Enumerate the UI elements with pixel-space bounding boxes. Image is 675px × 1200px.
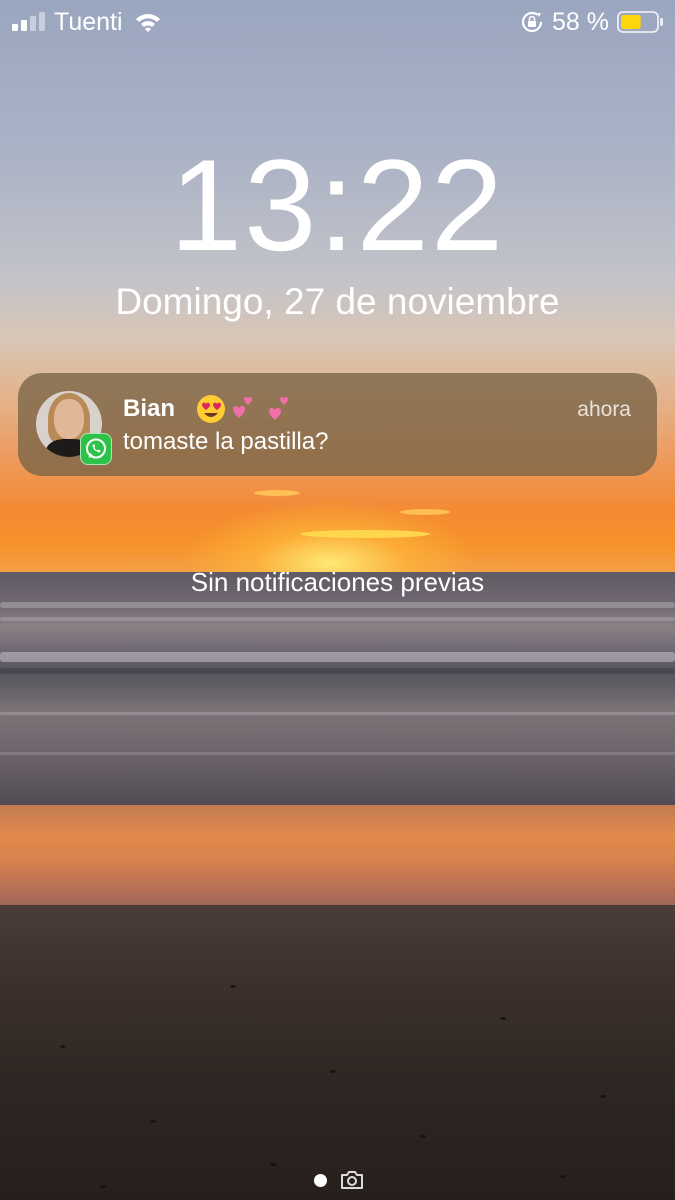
rotation-lock-icon [521,11,543,33]
lock-screen-clock: 13:22 [169,132,506,278]
wallpaper-cloud [254,490,300,496]
wallpaper-pebble [420,1135,426,1138]
wallpaper-wave [0,668,675,674]
wifi-icon [136,14,160,32]
notification-message: tomaste la pastilla? [123,428,329,455]
wallpaper-cloud [300,530,430,538]
wallpaper-pebble [150,1120,156,1123]
wallpaper-cloud [400,509,450,515]
wallpaper-sand [0,905,675,1200]
status-bar: Tuenti 58 % [0,0,675,44]
wallpaper-pebble [60,1045,66,1048]
wallpaper-wave [0,617,675,621]
wallpaper-wet-sand [0,805,675,915]
camera-icon[interactable] [340,1170,364,1190]
wallpaper-pebble [270,1163,276,1166]
lock-screen-date: Domingo, 27 de noviembre [115,281,560,322]
heart-eyes-and-hearts-emoji [197,395,288,423]
wallpaper-pebble [500,1017,506,1020]
wallpaper-wave [0,602,675,608]
wallpaper-wave [0,752,675,755]
battery-icon [617,11,663,33]
wallpaper-pebble [100,1185,106,1188]
carrier-name: Tuenti [54,8,123,36]
wallpaper-wave [0,712,675,715]
battery-percentage: 58 % [552,8,609,36]
signal-icon [12,12,45,31]
wallpaper-pebble [230,985,236,988]
whatsapp-notification[interactable]: Bian ahora tomaste la pastilla? [18,373,657,476]
notification-sender: Bian [123,395,176,422]
wallpaper-pebble [330,1070,336,1073]
notification-time: ahora [577,398,631,421]
whatsapp-icon [80,433,112,465]
wallpaper-wave [0,652,675,662]
no-older-notifications-label: Sin notificaciones previas [190,567,485,597]
wallpaper-pebble [600,1095,606,1098]
wallpaper-pebble [560,1175,566,1178]
lock-screen: Tuenti 58 % 13:22 Domingo, 27 de noviemb… [0,0,675,1200]
page-indicator-dot [314,1174,327,1187]
wallpaper-sea [0,572,675,807]
